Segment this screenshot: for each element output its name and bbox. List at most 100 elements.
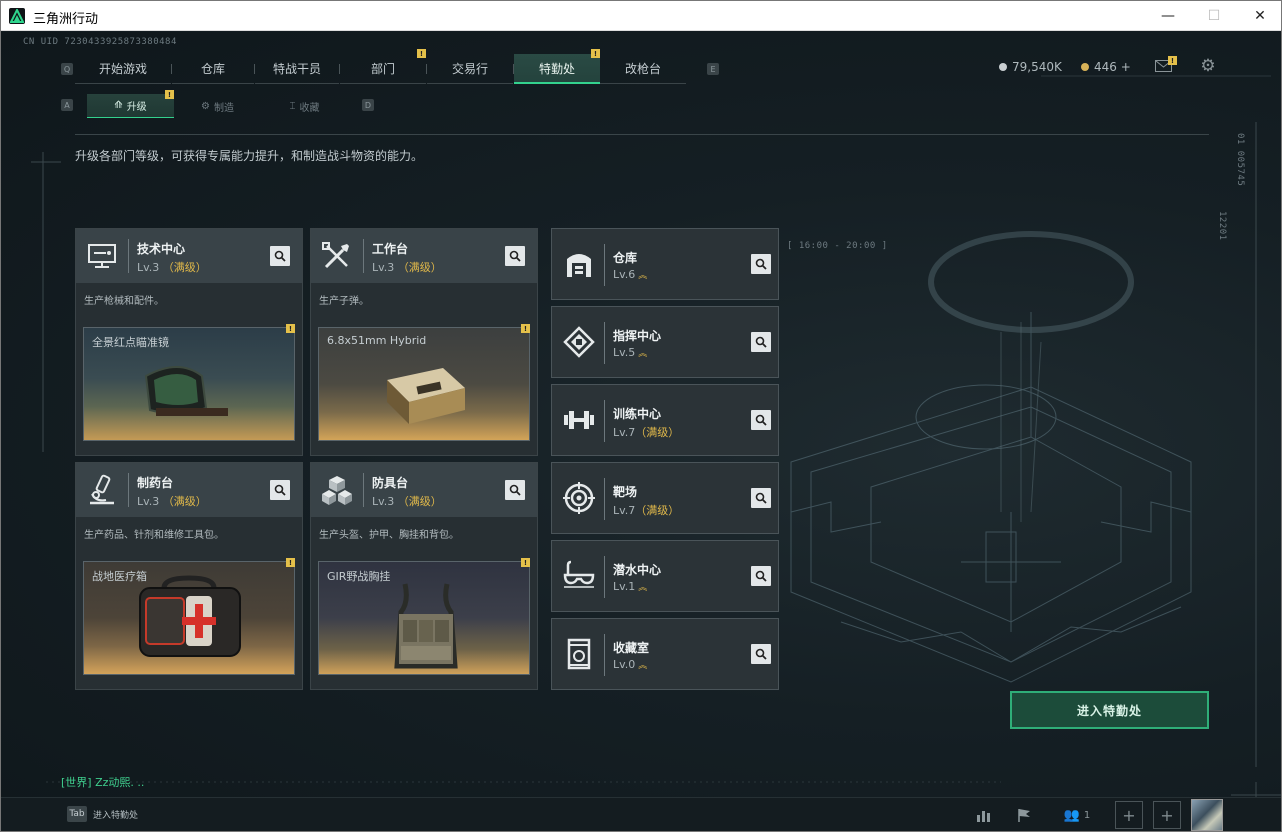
station-level: Lv.7（满级） [613, 502, 679, 518]
add-teammate-button[interactable]: + [1115, 801, 1143, 829]
inspect-button[interactable] [505, 480, 525, 500]
silver-coin-icon [999, 63, 1007, 71]
add-teammate-button[interactable]: + [1153, 801, 1181, 829]
inspect-button[interactable] [270, 480, 290, 500]
tab-trading[interactable]: 交易行 [427, 54, 513, 84]
maximize-button[interactable]: ☐ [1191, 1, 1237, 31]
station-divider [604, 400, 605, 442]
title-bar: 三角洲行动 — ☐ ✕ [1, 1, 1281, 31]
inspect-button[interactable] [751, 566, 771, 586]
tab-special-ops[interactable]: 特勤处! [514, 49, 600, 84]
station-name: 指挥中心 [613, 329, 662, 343]
armor-blocks-icon [322, 476, 352, 505]
station-card-collection-room[interactable]: 收藏室 Lv.0 ︽ [551, 618, 779, 690]
stats-chart-icon[interactable] [967, 798, 1001, 831]
gold-amount: 446 + [1094, 60, 1131, 74]
upgrade-chevron-icon: ︽ [638, 583, 648, 593]
tab-label: 部门 [370, 62, 395, 76]
enter-special-ops-button[interactable]: 进入特勤处 [1010, 691, 1209, 729]
header-divider [363, 473, 364, 507]
subtab-craft[interactable]: ⚙ 制造 [174, 94, 261, 118]
window-title: 三角洲行动 [33, 12, 99, 27]
bottom-bar: 👥 1 + + [1, 797, 1281, 831]
header-divider [128, 239, 129, 273]
gold-currency[interactable]: 446 + [1081, 60, 1131, 74]
level-value: Lv.3 [372, 495, 395, 508]
station-name: 潜水中心 [613, 563, 662, 577]
station-level: Lv.7（满级） [613, 424, 679, 440]
facility-level: Lv.3 （满级） [137, 493, 207, 509]
facility-card-armor-bench[interactable]: 防具台 Lv.3 （满级） 生产头盔、护甲、胸挂和背包。 GIR野战胸挂 ! [310, 462, 538, 690]
production-item-slot[interactable]: 6.8x51mm Hybrid [318, 327, 530, 441]
tab-key-label: 进入特勤处 [93, 811, 139, 821]
facility-card-tech-center[interactable]: 技术中心 Lv.3 （满级） 生产枪械和配件。 全景红点瞄准镜 ! [75, 228, 303, 456]
magnifier-icon [755, 414, 767, 426]
station-divider [604, 478, 605, 520]
magnifier-icon [755, 258, 767, 270]
station-card-diving-center[interactable]: 潜水中心 Lv.1 ︽ [551, 540, 779, 612]
minimize-button[interactable]: — [1145, 1, 1191, 31]
alert-badge: ! [165, 90, 174, 99]
max-level-tag: （满级） [397, 495, 442, 508]
inspect-button[interactable] [270, 246, 290, 266]
tab-department[interactable]: 部门! [340, 49, 426, 84]
card-header: 防具台 Lv.3 （满级） [311, 463, 537, 517]
production-item-slot[interactable]: GIR野战胸挂 [318, 561, 530, 675]
production-item-slot[interactable]: 战地医疗箱 [83, 561, 295, 675]
header-divider [75, 134, 1209, 135]
station-level: Lv.0 ︽ [613, 658, 647, 671]
tab-warehouse[interactable]: 仓库 [172, 54, 254, 84]
computer-icon [88, 244, 116, 268]
subtab-collection[interactable]: ⌶ 收藏 [261, 94, 348, 118]
station-card-warehouse[interactable]: 仓库 Lv.6 ︽ [551, 228, 779, 300]
facility-card-pharmacy[interactable]: 制药台 Lv.3 （满级） 生产药品、针剂和维修工具包。 战地医疗箱 ! [75, 462, 303, 690]
station-divider [604, 244, 605, 286]
facility-name: 工作台 [372, 242, 409, 256]
world-chat-line[interactable]: [世界] Zz动熙. .. [61, 774, 144, 790]
level-value: Lv.3 [372, 261, 395, 274]
range-label: [ 16:00 - 20:00 ] [787, 241, 888, 251]
max-level-tag: （满级） [635, 426, 680, 439]
station-card-shooting-range[interactable]: 靶场 Lv.7（满级） [551, 462, 779, 534]
player-avatar[interactable] [1191, 799, 1223, 831]
station-card-command-center[interactable]: 指挥中心 Lv.5 ︽ [551, 306, 779, 378]
tab-start-game[interactable]: 开始游戏 [75, 54, 171, 84]
inspect-button[interactable] [751, 410, 771, 430]
inspect-button[interactable] [505, 246, 525, 266]
card-header: 工作台 Lv.3 （满级） [311, 229, 537, 283]
production-item-slot[interactable]: 全景红点瞄准镜 [83, 327, 295, 441]
alert-badge: ! [521, 324, 530, 333]
inspect-button[interactable] [751, 644, 771, 664]
tab-operators[interactable]: 特战干员 [255, 54, 339, 84]
subtab-label: 收藏 [299, 102, 320, 114]
close-button[interactable]: ✕ [1237, 1, 1281, 31]
subnav-left-key-hint: A [61, 99, 73, 111]
facility-name: 防具台 [372, 476, 409, 490]
upgrade-icon: ⟰ [114, 100, 123, 111]
station-level: Lv.1 ︽ [613, 580, 647, 593]
header-divider [128, 473, 129, 507]
alert-badge: ! [417, 49, 426, 58]
inspect-button[interactable] [751, 488, 771, 508]
silver-amount: 79,540K [1012, 60, 1062, 74]
station-card-training-center[interactable]: 训练中心 Lv.7（满级） [551, 384, 779, 456]
level-value: Lv.3 [137, 261, 160, 274]
card-header: 制药台 Lv.3 （满级） [76, 463, 302, 517]
friends-icon: 👥 [1063, 807, 1080, 823]
mail-icon[interactable]: ! [1155, 56, 1177, 72]
facility-card-workbench[interactable]: 工作台 Lv.3 （满级） 生产子弹。 6.8x51mm Hybrid ! [310, 228, 538, 456]
station-name: 靶场 [613, 485, 638, 499]
tab-gunsmith[interactable]: 改枪台 [600, 54, 686, 84]
inspect-button[interactable] [751, 332, 771, 352]
friends-button[interactable]: 👥 1 [1057, 798, 1097, 831]
inspect-button[interactable] [751, 254, 771, 274]
side-code-b: 12201 [1217, 211, 1227, 241]
flag-icon[interactable] [1007, 798, 1041, 831]
settings-gear-icon[interactable]: ⚙ [1199, 56, 1217, 76]
subtab-upgrade[interactable]: ⟰ 升级 ! [87, 90, 174, 118]
magnifier-icon [509, 484, 521, 496]
level-value: Lv.7 [613, 426, 636, 439]
max-level-tag: （满级） [162, 495, 207, 508]
tab-label: 仓库 [200, 62, 225, 76]
tab-label: 开始游戏 [98, 62, 147, 76]
